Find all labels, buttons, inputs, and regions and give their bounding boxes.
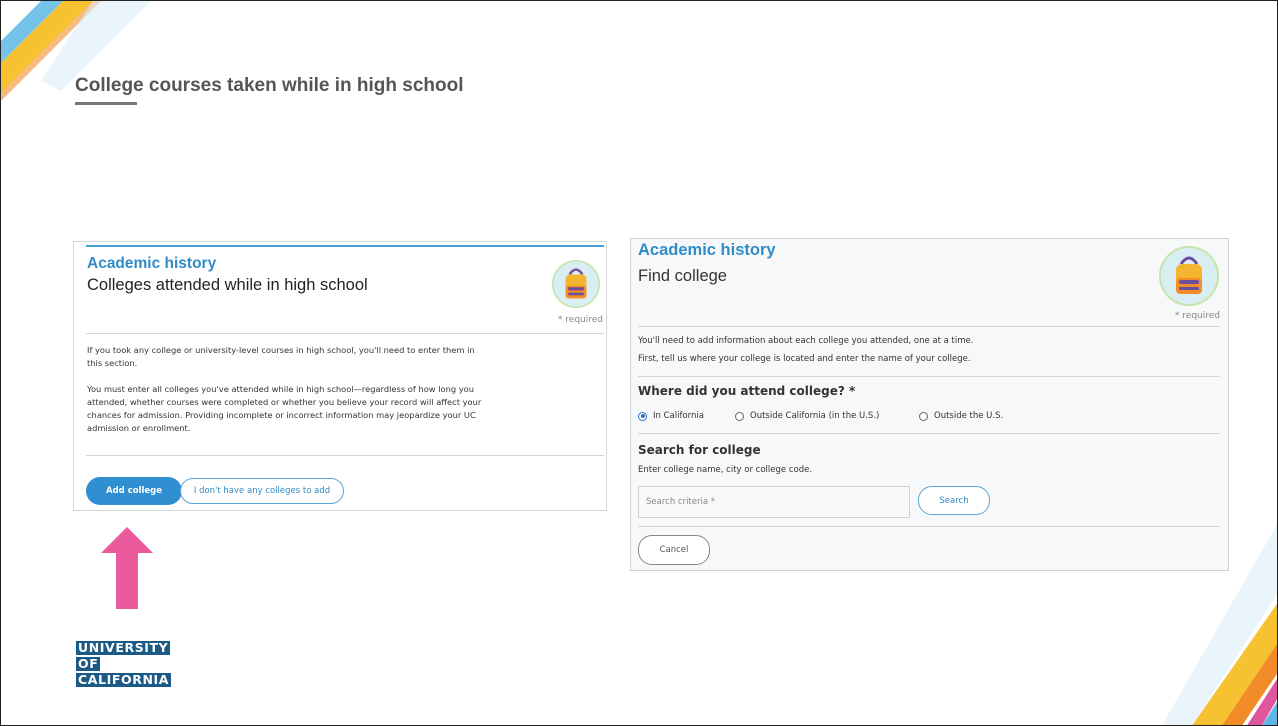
logo-line-2: OF: [76, 656, 101, 671]
add-college-button[interactable]: Add college: [86, 477, 182, 505]
intro-line-2: First, tell us where your college is loc…: [638, 354, 971, 364]
radio-label: Outside the U.S.: [934, 411, 1004, 421]
radio-empty-icon[interactable]: [919, 411, 928, 421]
university-of-california-logo: UNIVERSITY OF CALIFORNIA: [76, 640, 172, 689]
requirement-paragraph: You must enter all colleges you've atten…: [87, 384, 482, 433]
radio-label: Outside California (in the U.S.): [750, 411, 880, 421]
required-note: * required: [1174, 311, 1220, 321]
required-note: * required: [557, 315, 603, 325]
intro-paragraph: If you took any college or university-le…: [87, 345, 475, 368]
radio-in-california[interactable]: In California: [638, 411, 704, 421]
radio-selected-icon[interactable]: [638, 411, 647, 421]
panel-top-rule: [86, 245, 604, 247]
radio-label: In California: [653, 411, 704, 421]
search-heading: Search for college: [638, 443, 761, 457]
divider: [86, 333, 604, 334]
find-college-panel: Academic history Find college * required…: [630, 238, 1229, 571]
logo-line-1: UNIVERSITY: [76, 640, 171, 655]
intro-line-1: You'll need to add information about eac…: [638, 336, 974, 346]
section-kicker: Academic history: [638, 241, 776, 259]
colleges-attended-panel: Academic history Colleges attended while…: [73, 241, 607, 511]
divider: [638, 526, 1220, 527]
logo-line-3: CALIFORNIA: [76, 672, 172, 687]
no-colleges-button[interactable]: I don't have any colleges to add: [180, 478, 344, 504]
up-arrow-icon: [101, 527, 153, 609]
divider: [638, 376, 1220, 377]
divider: [638, 433, 1220, 434]
slide: College courses taken while in high scho…: [0, 0, 1278, 726]
section-kicker: Academic history: [87, 255, 217, 272]
radio-outside-us[interactable]: Outside the U.S.: [919, 411, 1003, 421]
search-hint: Enter college name, city or college code…: [638, 465, 813, 475]
where-attended-question: Where did you attend college? *: [638, 384, 856, 398]
backpack-icon: [1159, 246, 1219, 306]
title-underline: [75, 102, 137, 105]
divider: [638, 326, 1220, 327]
radio-outside-california[interactable]: Outside California (in the U.S.): [735, 411, 879, 421]
backpack-icon: [552, 260, 600, 308]
search-button[interactable]: Search: [918, 486, 990, 515]
slide-title: College courses taken while in high scho…: [75, 75, 464, 96]
panel-heading: Colleges attended while in high school: [87, 276, 368, 294]
divider: [86, 455, 604, 456]
radio-empty-icon[interactable]: [735, 411, 744, 421]
cancel-button[interactable]: Cancel: [638, 535, 710, 565]
search-criteria-input[interactable]: Search criteria *: [638, 486, 910, 518]
panel-heading: Find college: [638, 267, 727, 285]
